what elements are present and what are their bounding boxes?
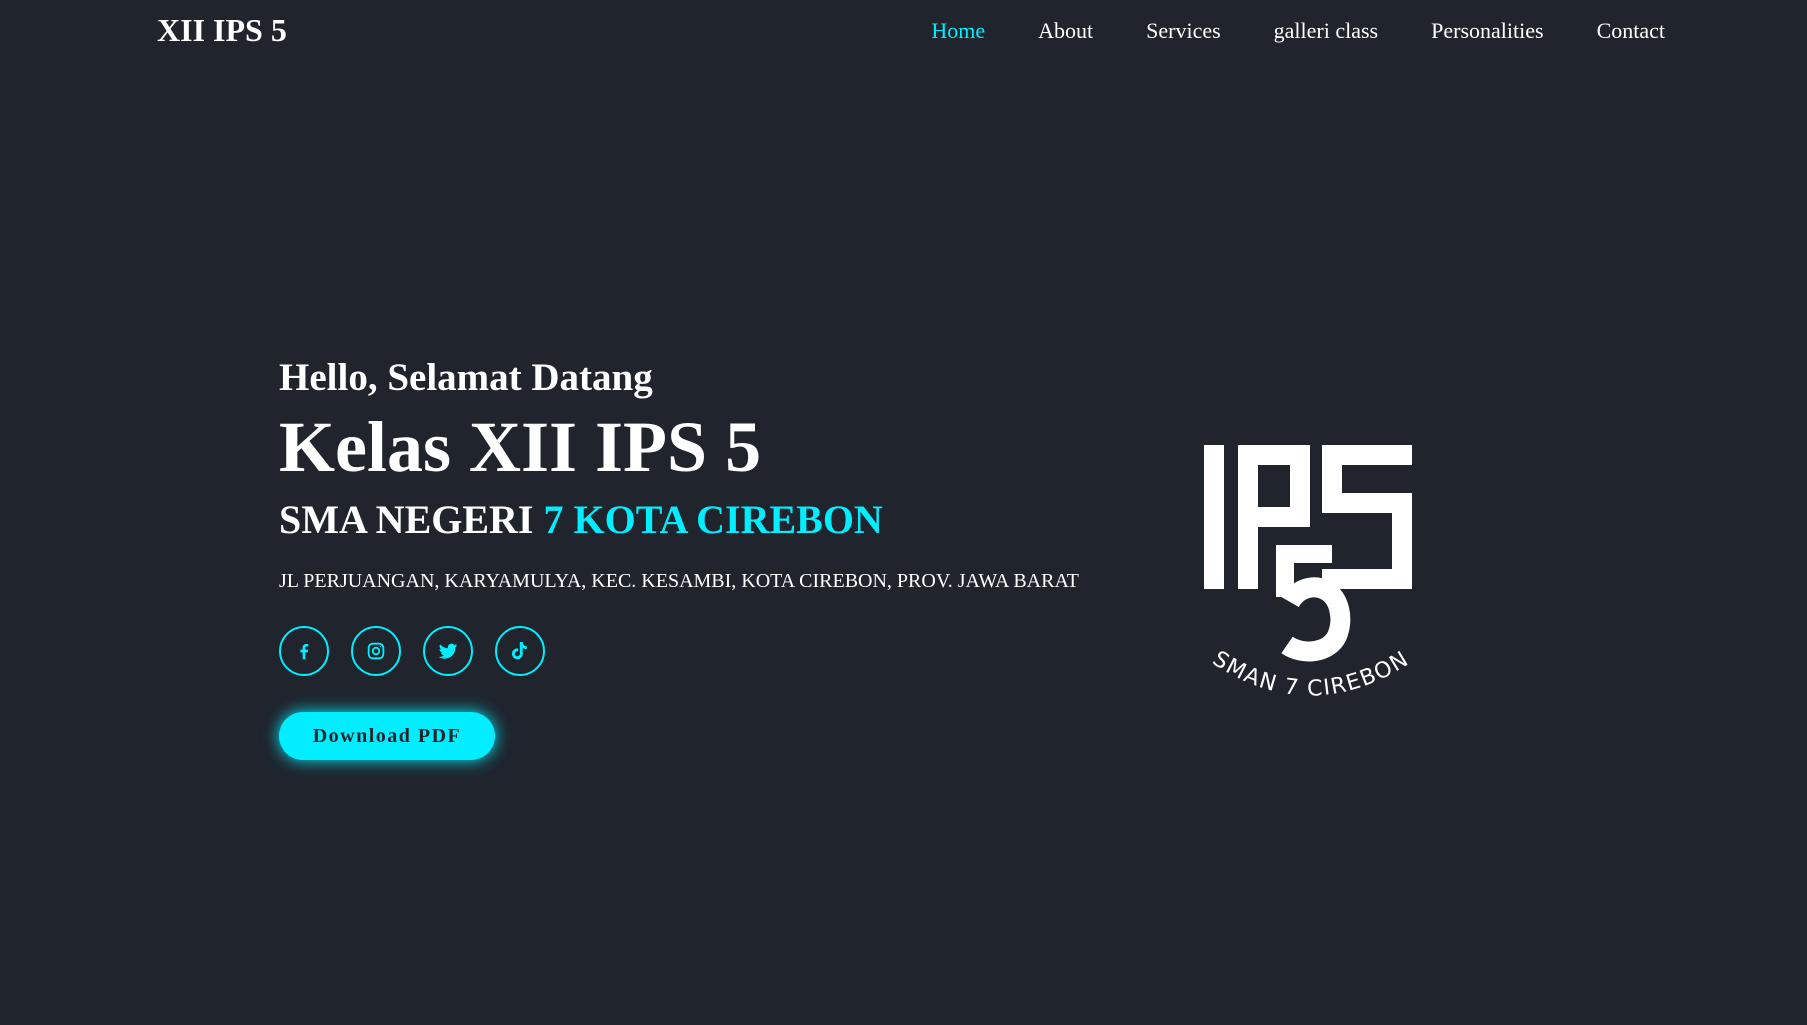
- instagram-link[interactable]: [351, 626, 401, 676]
- tiktok-link[interactable]: [495, 626, 545, 676]
- tiktok-icon: [511, 642, 527, 660]
- brand-logo-link[interactable]: XII IPS 5: [157, 12, 287, 49]
- nav-link-personalities[interactable]: Personalities: [1431, 18, 1543, 44]
- nav-menu: Home About Services galleri class Person…: [931, 18, 1665, 44]
- hero-title: Kelas XII IPS 5: [279, 407, 762, 487]
- nav-link-contact[interactable]: Contact: [1597, 18, 1665, 44]
- navbar: XII IPS 5 Home About Services galleri cl…: [0, 0, 1807, 66]
- download-pdf-button[interactable]: Download PDF: [279, 712, 495, 760]
- class-logo: SMAN 7 CIREBON: [1190, 430, 1430, 720]
- instagram-icon: [367, 642, 385, 660]
- nav-link-galleri-class[interactable]: galleri class: [1274, 18, 1378, 44]
- social-links: [279, 626, 1179, 676]
- hero-address: JL PERJUANGAN, KARYAMULYA, KEC. KESAMBI,…: [279, 570, 1079, 592]
- twitter-link[interactable]: [423, 626, 473, 676]
- school-accent: 7 KOTA CIREBON: [543, 497, 883, 542]
- nav-link-about[interactable]: About: [1038, 18, 1093, 44]
- school-prefix: SMA NEGERI: [279, 497, 544, 542]
- nav-link-home[interactable]: Home: [931, 18, 985, 44]
- nav-link-services[interactable]: Services: [1146, 18, 1221, 44]
- hero-school-name: SMA NEGERI 7 KOTA CIREBON: [279, 500, 1179, 540]
- twitter-icon: [438, 643, 458, 659]
- hero-section: Hello, Selamat Datang Kelas XII IPS 5 SM…: [279, 358, 1179, 760]
- ips5-logo-graphic: SMAN 7 CIREBON: [1204, 445, 1412, 702]
- hero-greeting: Hello, Selamat Datang: [279, 356, 653, 399]
- facebook-link[interactable]: [279, 626, 329, 676]
- facebook-icon: [300, 643, 309, 660]
